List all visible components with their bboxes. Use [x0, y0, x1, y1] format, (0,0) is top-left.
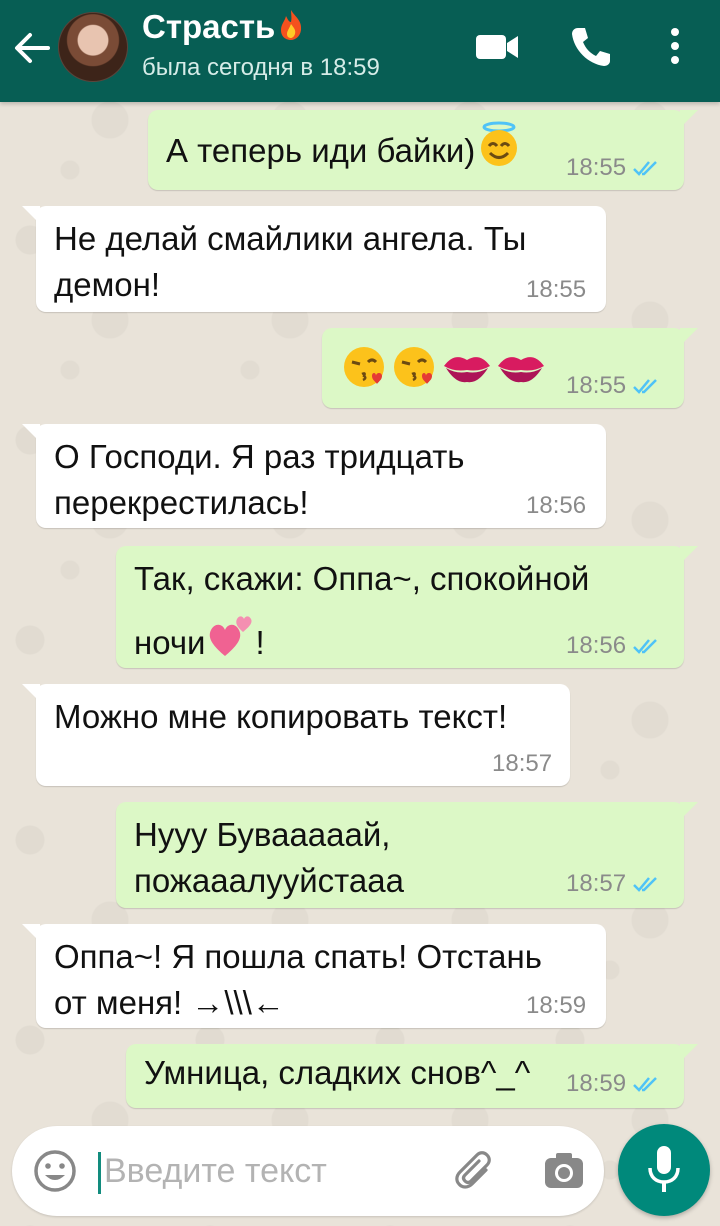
message-incoming[interactable]: Оппа~! Я пошла спать! Отстань от меня! →… — [22, 924, 606, 1028]
message-time: 18:57 — [566, 872, 662, 896]
message-outgoing[interactable]: Нууу Бувааааай, пожааалууйстааа 18:57 — [116, 802, 698, 908]
message-text: А теперь иди байки) — [166, 120, 523, 174]
bubble-tail — [22, 924, 40, 942]
read-receipt-icon — [633, 161, 657, 176]
message-text: Оппа~! Я пошла спать! Отстань от меня! →… — [54, 934, 542, 1026]
message-text: О Господи. Я раз тридцать перекрестилась… — [54, 434, 465, 526]
contact-name[interactable]: Страсть — [142, 8, 305, 46]
bubble-tail — [680, 802, 698, 820]
message-outgoing[interactable]: 18:55 — [322, 328, 698, 408]
kiss-mark-emoji-icon — [498, 357, 544, 383]
fire-emoji-icon — [281, 10, 302, 40]
message-outgoing[interactable]: А теперь иди байки) 18:55 — [148, 110, 698, 190]
message-text-content: Умница, сладких снов^_^ — [144, 1054, 531, 1091]
message-time: 18:55 — [566, 374, 662, 398]
bubble-tail — [680, 328, 698, 346]
message-line: О Господи. Я раз тридцать — [54, 438, 465, 475]
message-outgoing[interactable]: Умница, сладких снов^_^ 18:59 — [126, 1044, 698, 1108]
bubble-tail — [680, 1044, 698, 1062]
message-line: Нууу Бувааааай, — [134, 816, 391, 853]
message-list[interactable]: А теперь иди байки) 18:55 Не делай смайл… — [0, 102, 720, 1122]
message-compose-bar: Введите текст — [12, 1126, 604, 1216]
message-line: демон! — [54, 266, 161, 303]
message-time: 18:59 — [566, 1072, 662, 1096]
video-call-icon[interactable] — [474, 28, 520, 66]
contact-avatar[interactable] — [58, 12, 128, 82]
bubble-tail — [22, 424, 40, 442]
message-time: 18:55 — [526, 276, 587, 303]
message-time: 18:56 — [526, 492, 587, 519]
camera-icon[interactable] — [542, 1150, 586, 1192]
message-time-text: 18:59 — [566, 1070, 627, 1097]
bubble-tail — [680, 546, 698, 564]
read-receipt-icon — [633, 639, 657, 654]
text-cursor — [98, 1152, 101, 1194]
kiss-mark-emoji-icon — [444, 357, 490, 383]
message-time: 18:59 — [526, 992, 587, 1019]
emoji-picker-icon[interactable] — [32, 1148, 78, 1194]
message-time-text: 18:55 — [566, 372, 627, 399]
message-time-text: 18:56 — [566, 632, 627, 659]
message-time: 18:57 — [492, 750, 553, 777]
message-line: от меня! →\\\← — [54, 984, 285, 1021]
message-line: Можно мне копировать текст! — [54, 698, 508, 735]
message-line: Так, скажи: Оппа~, спокойной — [134, 560, 590, 597]
message-line-text: ночи — [134, 624, 206, 661]
back-arrow-icon[interactable] — [10, 28, 54, 68]
message-time-text: 18:55 — [566, 154, 627, 181]
message-incoming[interactable]: Не делай смайлики ангела. Ты демон! 18:5… — [22, 206, 606, 312]
two-hearts-emoji-icon — [210, 616, 253, 656]
bubble-tail — [22, 684, 40, 702]
message-text: Так, скажи: Оппа~, спокойной ночи ! — [134, 556, 589, 666]
message-line: пожааалууйстааа — [134, 862, 404, 899]
message-text: Можно мне копировать текст! — [54, 694, 507, 740]
voice-record-button[interactable] — [618, 1124, 710, 1216]
message-text-content: А теперь иди байки) — [166, 132, 476, 169]
read-receipt-icon — [633, 1077, 657, 1092]
message-text: Не делай смайлики ангела. Ты демон! — [54, 216, 526, 308]
message-line: перекрестилась! — [54, 484, 309, 521]
more-options-icon[interactable] — [664, 24, 686, 68]
message-outgoing[interactable]: Так, скажи: Оппа~, спокойной ночи ! 18:5… — [116, 546, 698, 668]
message-line: Не делай смайлики ангела. Ты — [54, 220, 527, 257]
message-time-text: 18:57 — [566, 870, 627, 897]
voice-call-icon[interactable] — [568, 24, 614, 68]
message-line-text: ! — [255, 624, 265, 661]
message-incoming[interactable]: Можно мне копировать текст! 18:57 — [22, 684, 570, 786]
microphone-icon — [648, 1146, 680, 1192]
face-blowing-kiss-emoji-icon — [344, 347, 384, 387]
bubble-tail — [22, 206, 40, 224]
bubble-tail — [680, 110, 698, 128]
face-blowing-kiss-emoji-icon — [394, 347, 434, 387]
message-emojis — [340, 342, 548, 398]
message-text: Умница, сладких снов^_^ — [144, 1050, 530, 1096]
smiling-face-with-halo-emoji-icon — [481, 121, 518, 166]
contact-name-text: Страсть — [142, 8, 276, 45]
message-time: 18:55 — [566, 156, 662, 180]
last-seen-status: была сегодня в 18:59 — [142, 54, 380, 81]
message-time: 18:56 — [566, 634, 662, 658]
message-input[interactable]: Введите текст — [104, 1148, 327, 1194]
message-text: Нууу Бувааааай, пожааалууйстааа — [134, 812, 404, 904]
chat-header: Страсть была сегодня в 18:59 — [0, 0, 720, 102]
message-line: Оппа~! Я пошла спать! Отстань — [54, 938, 542, 975]
paperclip-icon[interactable] — [452, 1148, 498, 1194]
read-receipt-icon — [633, 877, 657, 892]
read-receipt-icon — [633, 379, 657, 394]
message-incoming[interactable]: О Господи. Я раз тридцать перекрестилась… — [22, 424, 606, 528]
message-line: ночи ! — [134, 610, 589, 666]
